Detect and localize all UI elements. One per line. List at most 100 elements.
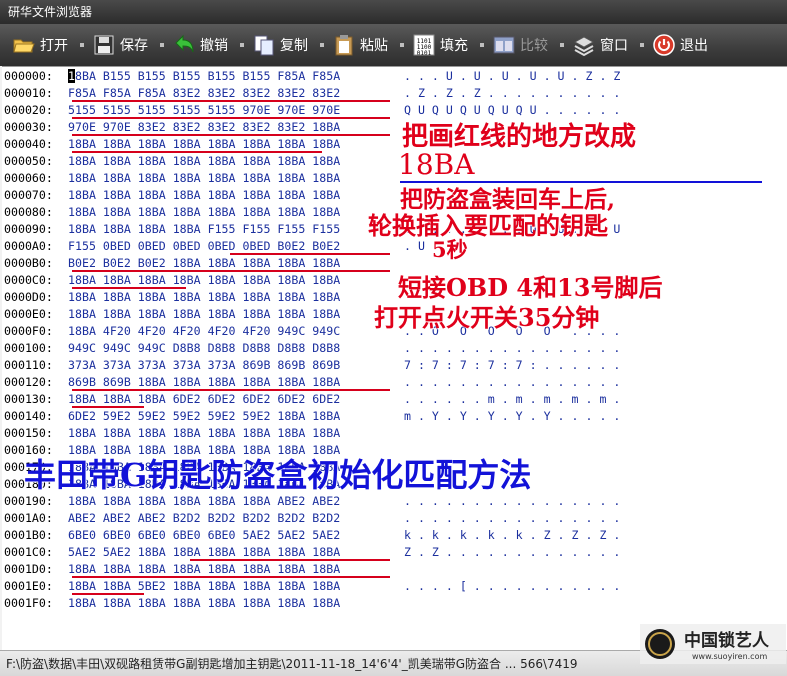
watermark-url: www.suoyiren.com — [692, 652, 767, 661]
hex-ascii: Z . Z . . . . . . . . . . . . . — [404, 545, 621, 559]
hex-row[interactable]: 000140: 6DE2 59E2 59E2 59E2 59E2 59E2 18B… — [4, 408, 620, 425]
hex-bytes[interactable]: 18BA 18BA 18BA 18BA 18BA 18BA 18BA 18BA — [68, 204, 404, 221]
toolbar-button[interactable]: 粘贴 — [332, 33, 388, 57]
app-window: 研华文件浏览器 打开 保存 撤销 复制 粘贴 1101 1100 0101 填充 比较 窗口 退出 0… — [0, 0, 787, 676]
text-caret: 1 — [68, 69, 75, 83]
hex-row[interactable]: 000070: 18BA 18BA 18BA 18BA 18BA 18BA 18B… — [4, 187, 404, 204]
hex-address: 000150: — [4, 426, 53, 440]
toolbar-separator — [80, 43, 84, 47]
hex-bytes[interactable]: 18BA 18BA 18BA 18BA 18BA 18BA 18BA 18BA — [68, 306, 404, 323]
hex-bytes[interactable]: 6DE2 59E2 59E2 59E2 59E2 59E2 18BA 18BA — [68, 408, 404, 425]
hex-address: 0001B0: — [4, 528, 53, 542]
hex-row[interactable]: 000060: 18BA 18BA 18BA 18BA 18BA 18BA 18B… — [4, 170, 404, 187]
hex-ascii: 7 : 7 : 7 : 7 : 7 : . . . . . . — [404, 358, 621, 372]
toolbar-button[interactable]: 复制 — [252, 33, 308, 57]
toolbar-separator — [320, 43, 324, 47]
annotation-note: 打开点火开关35分钟 — [374, 303, 600, 332]
hex-address: 0000A0: — [4, 239, 53, 253]
hex-view[interactable]: 000000: 18BA B155 B155 B155 B155 B155 F85… — [2, 66, 787, 651]
hex-address: 000050: — [4, 154, 53, 168]
hex-address: 0000B0: — [4, 256, 53, 270]
hex-bytes[interactable]: 18BA 18BA 18BA 18BA F155 F155 F155 F155 — [68, 221, 404, 238]
toolbar: 打开 保存 撤销 复制 粘贴 1101 1100 0101 填充 比较 窗口 退出 — [0, 24, 787, 66]
compare-window-icon — [492, 33, 516, 57]
hex-address: 0001F0: — [4, 596, 53, 610]
open-folder-icon — [12, 33, 36, 57]
toolbar-button[interactable]: 窗口 — [572, 33, 628, 57]
hex-address: 000100: — [4, 341, 53, 355]
toolbar-button-label: 退出 — [680, 38, 708, 54]
hex-row[interactable]: 0001B0: 6BE0 6BE0 6BE0 6BE0 6BE0 5AE2 5AE… — [4, 527, 620, 544]
hex-bytes[interactable]: 18BA B155 B155 B155 B155 B155 F85A F85A — [68, 68, 404, 85]
toolbar-button[interactable]: 比较 — [492, 33, 548, 57]
hex-bytes[interactable]: 6BE0 6BE0 6BE0 6BE0 6BE0 5AE2 5AE2 5AE2 — [68, 527, 404, 544]
hex-row[interactable]: 0000C0: 18BA 18BA 18BA 18BA 18BA 18BA 18B… — [4, 272, 404, 289]
status-path: F:\防盗\数据\丰田\双砚路租赁带G副钥匙增加主钥匙\2011-11-18_1… — [6, 657, 578, 671]
hex-row[interactable]: 000150: 18BA 18BA 18BA 18BA 18BA 18BA 18B… — [4, 425, 404, 442]
underline-mark — [230, 253, 390, 255]
toolbar-separator — [560, 43, 564, 47]
hex-address: 000010: — [4, 86, 53, 100]
underline-mark — [72, 576, 390, 578]
floppy-save-icon — [92, 33, 116, 57]
hex-bytes[interactable]: 18BA 18BA 18BA 18BA 18BA 18BA 18BA 18BA — [68, 595, 404, 612]
hex-bytes[interactable]: 18BA 18BA 18BA 18BA 18BA 18BA 18BA 18BA — [68, 153, 404, 170]
toolbar-button-label: 窗口 — [600, 38, 628, 54]
hex-bytes[interactable]: 373A 373A 373A 373A 373A 869B 869B 869B — [68, 357, 404, 374]
hex-bytes[interactable]: 18BA 4F20 4F20 4F20 4F20 4F20 949C 949C — [68, 323, 404, 340]
hex-bytes[interactable]: 18BA 18BA 18BA 18BA 18BA 18BA 18BA 18BA — [68, 170, 404, 187]
hex-row[interactable]: 0000D0: 18BA 18BA 18BA 18BA 18BA 18BA 18B… — [4, 289, 404, 306]
undo-arrow-icon — [172, 33, 196, 57]
toolbar-button[interactable]: 1101 1100 0101 填充 — [412, 33, 468, 57]
annotation-title: 丰田带G钥匙防盗盒初始化匹配方法 — [24, 456, 532, 494]
annotation-value: 18BA — [398, 148, 475, 181]
hex-row[interactable]: 0000E0: 18BA 18BA 18BA 18BA 18BA 18BA 18B… — [4, 306, 404, 323]
underline-mark — [72, 389, 390, 391]
toolbar-button[interactable]: 打开 — [12, 33, 68, 57]
annotation-note: 轮换插入要匹配的钥匙 — [368, 211, 608, 240]
hex-row[interactable]: 000100: 949C 949C 949C D8B8 D8B8 D8B8 D8B… — [4, 340, 620, 357]
toolbar-button[interactable]: 保存 — [92, 33, 148, 57]
hex-row[interactable]: 000110: 373A 373A 373A 373A 373A 869B 869… — [4, 357, 620, 374]
hex-ascii: m . Y . Y . Y . Y . Y . . . . . — [404, 409, 621, 423]
underline-mark — [72, 100, 390, 102]
toolbar-separator — [160, 43, 164, 47]
hex-bytes[interactable]: 18BA 18BA 18BA 18BA 18BA 18BA 18BA 18BA — [68, 425, 404, 442]
hex-row[interactable]: 000080: 18BA 18BA 18BA 18BA 18BA 18BA 18B… — [4, 204, 404, 221]
hex-bytes[interactable]: 18BA 18BA 18BA 18BA 18BA 18BA 18BA 18BA — [68, 187, 404, 204]
hex-address: 000080: — [4, 205, 53, 219]
toolbar-separator — [480, 43, 484, 47]
toolbar-button[interactable]: 退出 — [652, 33, 708, 57]
underline-mark — [72, 593, 144, 595]
toolbar-button-label: 粘贴 — [360, 38, 388, 54]
toolbar-separator — [240, 43, 244, 47]
hex-address: 000020: — [4, 103, 53, 117]
hex-ascii: . Z . Z . Z . . . . . . . . . . — [404, 86, 621, 100]
hex-ascii: k . k . k . k . k . Z . Z . Z . — [404, 528, 621, 542]
hex-row[interactable]: 0001F0: 18BA 18BA 18BA 18BA 18BA 18BA 18B… — [4, 595, 404, 612]
hex-ascii: . . . . . . m . m . m . m . m . — [404, 392, 621, 406]
hex-bytes[interactable]: ABE2 ABE2 ABE2 B2D2 B2D2 B2D2 B2D2 B2D2 — [68, 510, 404, 527]
window-stack-icon — [572, 33, 596, 57]
hex-row[interactable]: 0001A0: ABE2 ABE2 ABE2 B2D2 B2D2 B2D2 B2D… — [4, 510, 620, 527]
hex-address: 0001E0: — [4, 579, 53, 593]
toolbar-button-label: 撤销 — [200, 38, 228, 54]
hex-ascii: . . . . . . . . . . . . . . . . — [404, 511, 621, 525]
copy-document-icon — [252, 33, 276, 57]
toolbar-separator — [400, 43, 404, 47]
hex-bytes[interactable]: 18BA 18BA 18BA 18BA 18BA 18BA 18BA 18BA — [68, 289, 404, 306]
hex-ascii: . . . . [ . . . . . . . . . . . — [404, 579, 621, 593]
hex-address: 0000C0: — [4, 273, 53, 287]
underline-mark — [72, 270, 390, 272]
underline-mark — [72, 117, 390, 119]
hex-bytes[interactable]: 949C 949C 949C D8B8 D8B8 D8B8 D8B8 D8B8 — [68, 340, 404, 357]
hex-address: 0001A0: — [4, 511, 53, 525]
hex-row[interactable]: 000050: 18BA 18BA 18BA 18BA 18BA 18BA 18B… — [4, 153, 404, 170]
hex-address: 0000D0: — [4, 290, 53, 304]
toolbar-button-label: 比较 — [520, 38, 548, 54]
hex-address: 000040: — [4, 137, 53, 151]
window-title: 研华文件浏览器 — [8, 5, 93, 19]
underline-mark — [72, 406, 144, 408]
hex-row[interactable]: 000000: 18BA B155 B155 B155 B155 B155 F85… — [4, 68, 620, 85]
toolbar-button[interactable]: 撤销 — [172, 33, 228, 57]
